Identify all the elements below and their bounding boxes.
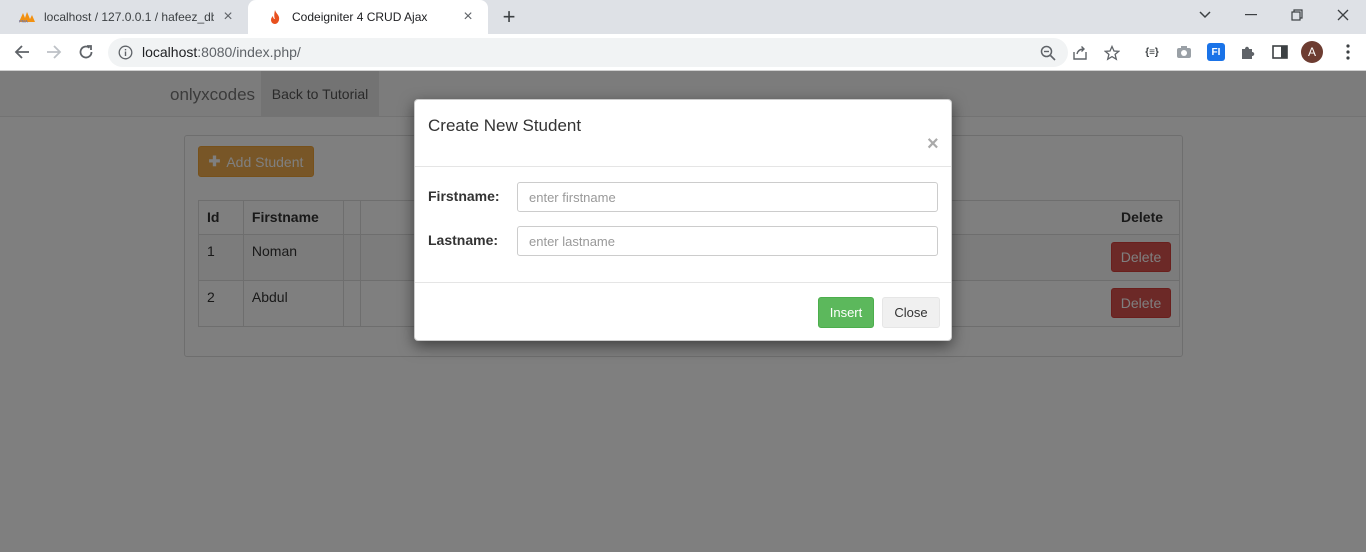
browser-tab-strip: PMA localhost / 127.0.0.1 / hafeez_db / … [0, 0, 1366, 34]
puzzle-extensions-icon[interactable] [1239, 43, 1257, 61]
firstname-label: Firstname: [428, 188, 500, 204]
tab-phpmyadmin[interactable]: PMA localhost / 127.0.0.1 / hafeez_db / … [0, 0, 248, 34]
lastname-label: Lastname: [428, 232, 499, 248]
site-info-icon[interactable] [118, 45, 133, 63]
close-tab-icon[interactable]: × [460, 9, 476, 25]
url-host: localhost [142, 44, 198, 60]
codeigniter-flame-icon [266, 10, 284, 24]
url-path: :8080/index.php/ [197, 44, 301, 60]
camera-icon[interactable] [1175, 43, 1193, 61]
close-tab-icon[interactable]: × [220, 9, 236, 25]
tab-title: Codeigniter 4 CRUD Ajax [292, 10, 428, 24]
firstname-input[interactable] [517, 182, 938, 212]
modal-close-icon[interactable]: × [927, 134, 939, 154]
new-tab-icon[interactable]: + [498, 6, 520, 28]
profile-avatar[interactable]: A [1301, 41, 1323, 63]
back-arrow-icon[interactable] [10, 40, 34, 64]
lastname-row: Lastname: [428, 226, 939, 256]
lastname-input[interactable] [517, 226, 938, 256]
phpmyadmin-icon: PMA [18, 10, 36, 24]
address-bar[interactable]: localhost:8080/index.php/ [108, 38, 1121, 67]
zoom-icon[interactable] [1040, 45, 1056, 61]
close-button[interactable]: Close [882, 297, 940, 328]
tab-title: localhost / 127.0.0.1 / hafeez_db / [44, 10, 214, 24]
insert-button[interactable]: Insert [818, 297, 874, 328]
share-icon[interactable] [1072, 45, 1088, 61]
firstname-row: Firstname: [428, 182, 939, 212]
modal-footer: Insert Close [415, 282, 951, 340]
browser-toolbar: localhost:8080/index.php/ {≡} FI A [0, 34, 1366, 71]
close-window-icon[interactable] [1320, 0, 1366, 30]
side-panel-icon[interactable] [1271, 43, 1289, 61]
more-menu-icon[interactable] [1339, 43, 1357, 61]
modal-title: Create New Student [428, 116, 582, 135]
tab-codeigniter[interactable]: Codeigniter 4 CRUD Ajax × [248, 0, 488, 34]
restore-icon[interactable] [1274, 0, 1320, 30]
tab-search-icon[interactable] [1182, 0, 1228, 30]
create-student-modal: Create New Student × Firstname: Lastname… [414, 99, 952, 341]
url-text[interactable]: localhost:8080/index.php/ [142, 44, 301, 60]
fi-extension-icon[interactable]: FI [1207, 43, 1225, 61]
forward-arrow-icon[interactable] [42, 40, 66, 64]
minimize-icon[interactable] [1228, 0, 1274, 30]
svg-text:PMA: PMA [19, 19, 28, 24]
bookmark-star-icon[interactable] [1103, 44, 1121, 61]
reload-icon[interactable] [74, 40, 98, 64]
modal-header: Create New Student × [415, 100, 951, 167]
json-extension-icon[interactable]: {≡} [1143, 43, 1161, 61]
